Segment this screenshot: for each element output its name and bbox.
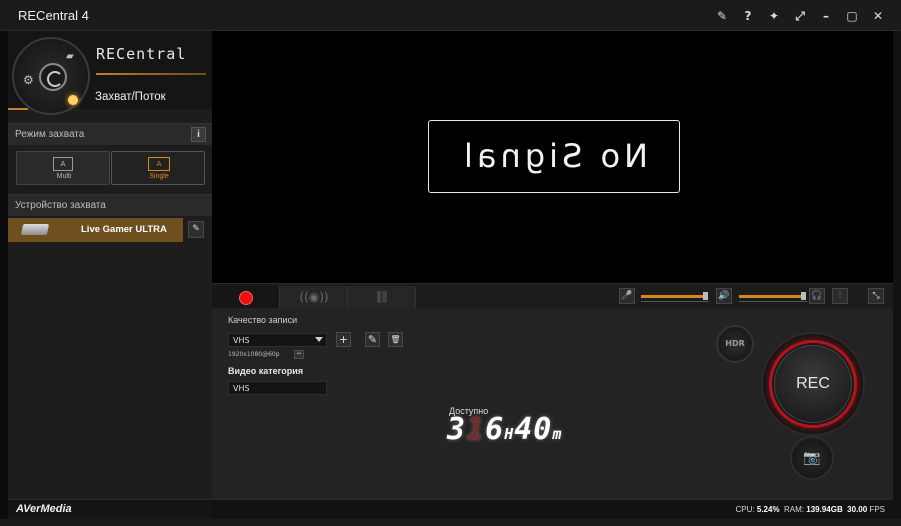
speaker-icon[interactable]: 🔊	[716, 288, 732, 304]
network-icon: ⛓	[374, 290, 390, 304]
timer-ghost-digit: 1	[466, 412, 486, 447]
capture-mode-header: Режим захвата i	[8, 123, 212, 145]
video-category-field[interactable]: VHS	[228, 381, 327, 395]
record-dot-icon	[239, 291, 253, 305]
expand-icon[interactable]: ⤢	[787, 6, 813, 26]
capture-mode-label: Режим захвата	[15, 129, 85, 140]
timer-minutes-unit: m	[552, 425, 563, 443]
timer-digit: 3	[447, 412, 467, 447]
status-bar: CPU: 5.24% RAM: 139.94GB 30.00 FPS	[212, 499, 893, 519]
device-item[interactable]: Live Gamer ULTRA	[8, 218, 183, 242]
timer-hours-unit: H	[504, 425, 515, 443]
video-category-label: Видео категория	[228, 366, 304, 376]
right-edge-strip	[893, 31, 901, 519]
device-name: Live Gamer ULTRA	[81, 224, 167, 235]
cpu-label: CPU:	[735, 505, 755, 514]
current-mode-label: Захват/Поток	[95, 91, 166, 103]
microphone-slider-knob[interactable]	[703, 292, 708, 300]
avermedia-logo-bar: AVerMedia	[8, 499, 212, 519]
ram-label: RAM:	[784, 505, 805, 514]
video-preview: No Signal	[212, 31, 893, 283]
capture-device-header: Устройство захвата	[8, 194, 212, 216]
brand-underline	[96, 73, 206, 75]
microphone-volume-slider[interactable]	[641, 292, 709, 302]
mode-multi-label: Multi	[56, 173, 72, 180]
title-bar: RECentral 4 ✎ ? ✦ ⤢ – ▢ ✕	[0, 0, 901, 31]
cpu-value: 5.24%	[756, 505, 780, 514]
video-category-value: VHS	[233, 384, 250, 393]
mode-single-button[interactable]: A Single	[111, 151, 205, 185]
available-time-display: 316H40m	[447, 412, 562, 447]
folder-icon[interactable]: ▰	[66, 51, 74, 62]
broadcast-icon: ((◉))	[299, 290, 329, 304]
capture-device-label: Устройство захвата	[15, 200, 106, 211]
microphone-slider-track	[641, 301, 709, 302]
logo-area: ⚙ ▰ RECentral Захват/Поток	[8, 31, 212, 115]
quality-label: Качество записи	[228, 315, 298, 325]
mode-indicator-dot[interactable]	[68, 95, 78, 105]
capture-card-icon	[20, 224, 50, 235]
single-mode-icon: A	[148, 157, 170, 171]
speaker-volume-slider[interactable]	[739, 292, 807, 302]
dial-center-icon[interactable]	[39, 63, 67, 91]
speaker-slider-knob[interactable]	[801, 292, 806, 300]
edit-profile-button[interactable]: ✎	[365, 332, 380, 347]
camera-icon: 📷	[803, 450, 821, 466]
control-tabs-bar: ((◉)) ⛓ 🎤 🔊 🎧 ⫶ ⤡	[212, 283, 893, 309]
info-button[interactable]: i	[191, 127, 206, 142]
mode-single-label: Single	[149, 173, 169, 180]
mode-multi-button[interactable]: A Multi	[16, 151, 110, 185]
rec-button-housing: REC	[761, 332, 865, 436]
no-signal-text: No Signal	[460, 137, 648, 175]
quality-value: VHS	[233, 336, 250, 345]
wand-icon[interactable]: ✎	[709, 6, 735, 26]
multi-mode-icon: A	[53, 157, 73, 171]
tab-stream[interactable]: ((◉))	[280, 286, 348, 309]
left-panel: ⚙ ▰ RECentral Захват/Поток Режим захвата…	[8, 31, 212, 499]
recording-panel: Качество записи VHS + ✎ 🗑 1920x1080@60p …	[212, 308, 893, 499]
mode-dial[interactable]: ⚙ ▰	[12, 37, 90, 115]
rec-button[interactable]: REC	[774, 345, 852, 423]
audio-mixer-icon[interactable]: ⫶	[832, 288, 848, 304]
brand-logo: RECentral	[96, 45, 187, 63]
fps-value: 30.00	[847, 505, 868, 514]
headphones-icon[interactable]: 🎧	[809, 288, 825, 304]
add-profile-button[interactable]: +	[336, 332, 351, 347]
fps-label: FPS	[869, 505, 885, 514]
resolution-settings-button[interactable]: ↔	[294, 350, 304, 359]
close-icon[interactable]: ✕	[865, 6, 891, 26]
no-signal-box: No Signal	[428, 120, 680, 193]
maximize-icon[interactable]: ▢	[839, 6, 865, 26]
orange-tab-indicator	[8, 108, 28, 110]
system-stats: CPU: 5.24% RAM: 139.94GB 30.00 FPS	[736, 505, 885, 514]
quality-select[interactable]: VHS	[228, 333, 327, 347]
microphone-icon[interactable]: 🎤	[619, 288, 635, 304]
resolution-text: 1920x1080@60p	[228, 351, 280, 358]
delete-profile-button[interactable]: 🗑	[388, 332, 403, 347]
tab-record[interactable]	[212, 286, 280, 309]
window-title: RECentral 4	[18, 8, 89, 23]
help-icon[interactable]: ?	[735, 6, 761, 26]
timer-minutes: 40	[514, 412, 553, 447]
tab-network[interactable]: ⛓	[348, 286, 416, 309]
gear-icon[interactable]: ⚙	[23, 73, 34, 87]
avermedia-logo: AVerMedia	[16, 503, 72, 515]
device-edit-button[interactable]: ✎	[188, 221, 204, 238]
chevron-down-icon	[315, 337, 323, 342]
window-bottom-edge	[0, 519, 901, 526]
hdr-button[interactable]: HDR	[716, 325, 754, 363]
fullscreen-icon[interactable]: ⤡	[868, 288, 884, 304]
timer-digit-2: 6	[485, 412, 505, 447]
speaker-slider-track	[739, 301, 807, 302]
ram-value: 139.94GB	[806, 505, 843, 514]
minimize-icon[interactable]: –	[813, 6, 839, 26]
snapshot-camera-button[interactable]: 📷	[790, 436, 834, 480]
pin-icon[interactable]: ✦	[761, 6, 787, 26]
window-controls: ✎ ? ✦ ⤢ – ▢ ✕	[709, 6, 891, 26]
